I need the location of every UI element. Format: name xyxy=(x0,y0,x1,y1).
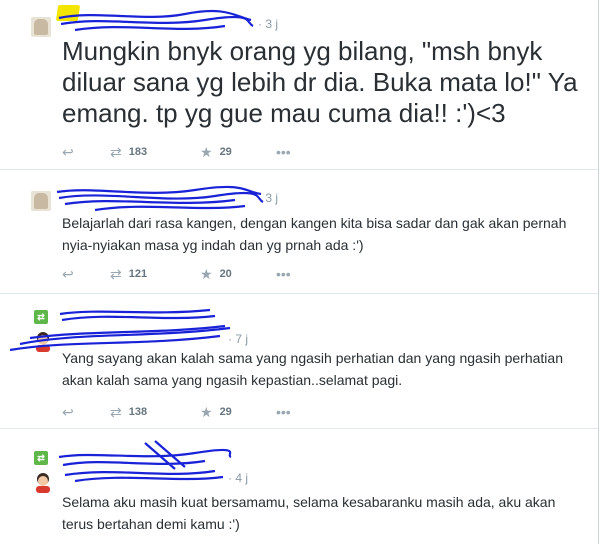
retweet-count: 183 xyxy=(128,146,148,159)
avatar[interactable] xyxy=(32,471,54,493)
retweet-icon: ⇄ xyxy=(110,266,122,283)
favorite-count: 29 xyxy=(219,406,232,419)
redaction-scribble xyxy=(56,185,264,212)
more-icon: ••• xyxy=(276,266,291,283)
reply-icon: ↩ xyxy=(62,144,74,161)
timeline: · 3 j Mungkin bnyk orang yg bilang, "msh… xyxy=(0,0,599,544)
more-button[interactable]: ••• xyxy=(276,143,291,161)
favorite-button[interactable]: ★ 29 xyxy=(200,143,232,161)
retweet-badge-icon: ⇄ xyxy=(34,310,48,324)
avatar[interactable] xyxy=(32,330,54,352)
tweet-time[interactable]: · 4 j xyxy=(228,471,248,485)
favorite-button[interactable]: ★ 20 xyxy=(200,265,232,283)
star-icon: ★ xyxy=(200,266,213,283)
more-icon: ••• xyxy=(276,144,291,161)
reply-button[interactable]: ↩ xyxy=(62,265,74,283)
tweet-text: Mungkin bnyk orang yg bilang, "msh bnyk … xyxy=(62,36,578,128)
tweet-time[interactable]: · 3 j xyxy=(258,17,278,31)
tweet-text: Selama aku masih kuat bersamamu, selama … xyxy=(62,494,556,532)
favorite-count: 29 xyxy=(219,146,232,159)
favorite-count: 20 xyxy=(219,268,232,281)
cartoon-avatar-icon xyxy=(36,332,50,352)
highlight-mark xyxy=(55,5,81,21)
retweet-icon: ⇄ xyxy=(110,144,122,161)
retweet-button[interactable]: ⇄ 138 xyxy=(110,403,147,421)
tweet-1[interactable]: · 3 j Mungkin bnyk orang yg bilang, "msh… xyxy=(0,0,598,170)
retweet-icon: ⇄ xyxy=(110,404,122,421)
star-icon: ★ xyxy=(200,144,213,161)
reply-icon: ↩ xyxy=(62,404,74,421)
more-icon: ••• xyxy=(276,404,291,421)
reply-button[interactable]: ↩ xyxy=(62,143,74,161)
retweet-button[interactable]: ⇄ 121 xyxy=(110,265,147,283)
redaction-scribble xyxy=(58,440,232,483)
more-button[interactable]: ••• xyxy=(276,265,291,283)
tweet-text: Yang sayang akan kalah sama yang ngasih … xyxy=(62,350,563,388)
retweet-count: 121 xyxy=(128,268,148,281)
tweet-4[interactable]: ⇄ · 4 j Selama aku masih kuat bersamamu,… xyxy=(0,429,598,544)
star-icon: ★ xyxy=(200,404,213,421)
reply-icon: ↩ xyxy=(62,266,74,283)
tweet-2[interactable]: · 3 j Belajarlah dari rasa kangen, denga… xyxy=(0,170,598,294)
retweet-count: 138 xyxy=(128,406,148,419)
avatar[interactable] xyxy=(31,17,51,37)
retweet-badge-icon: ⇄ xyxy=(34,451,48,465)
tweet-3[interactable]: ⇄ · 7 j Yang sayang akan kalah sama yang… xyxy=(0,294,598,429)
tweet-text: Belajarlah dari rasa kangen, dengan kang… xyxy=(62,215,567,253)
avatar[interactable] xyxy=(31,191,51,211)
retweet-button[interactable]: ⇄ 183 xyxy=(110,143,147,161)
tweet-time[interactable]: · 3 j xyxy=(258,191,278,205)
favorite-button[interactable]: ★ 29 xyxy=(200,403,232,421)
redaction-scribble xyxy=(58,9,254,32)
tweet-time[interactable]: · 7 j xyxy=(228,332,248,346)
cartoon-avatar-icon xyxy=(36,473,50,493)
reply-button[interactable]: ↩ xyxy=(62,403,74,421)
more-button[interactable]: ••• xyxy=(276,403,291,421)
